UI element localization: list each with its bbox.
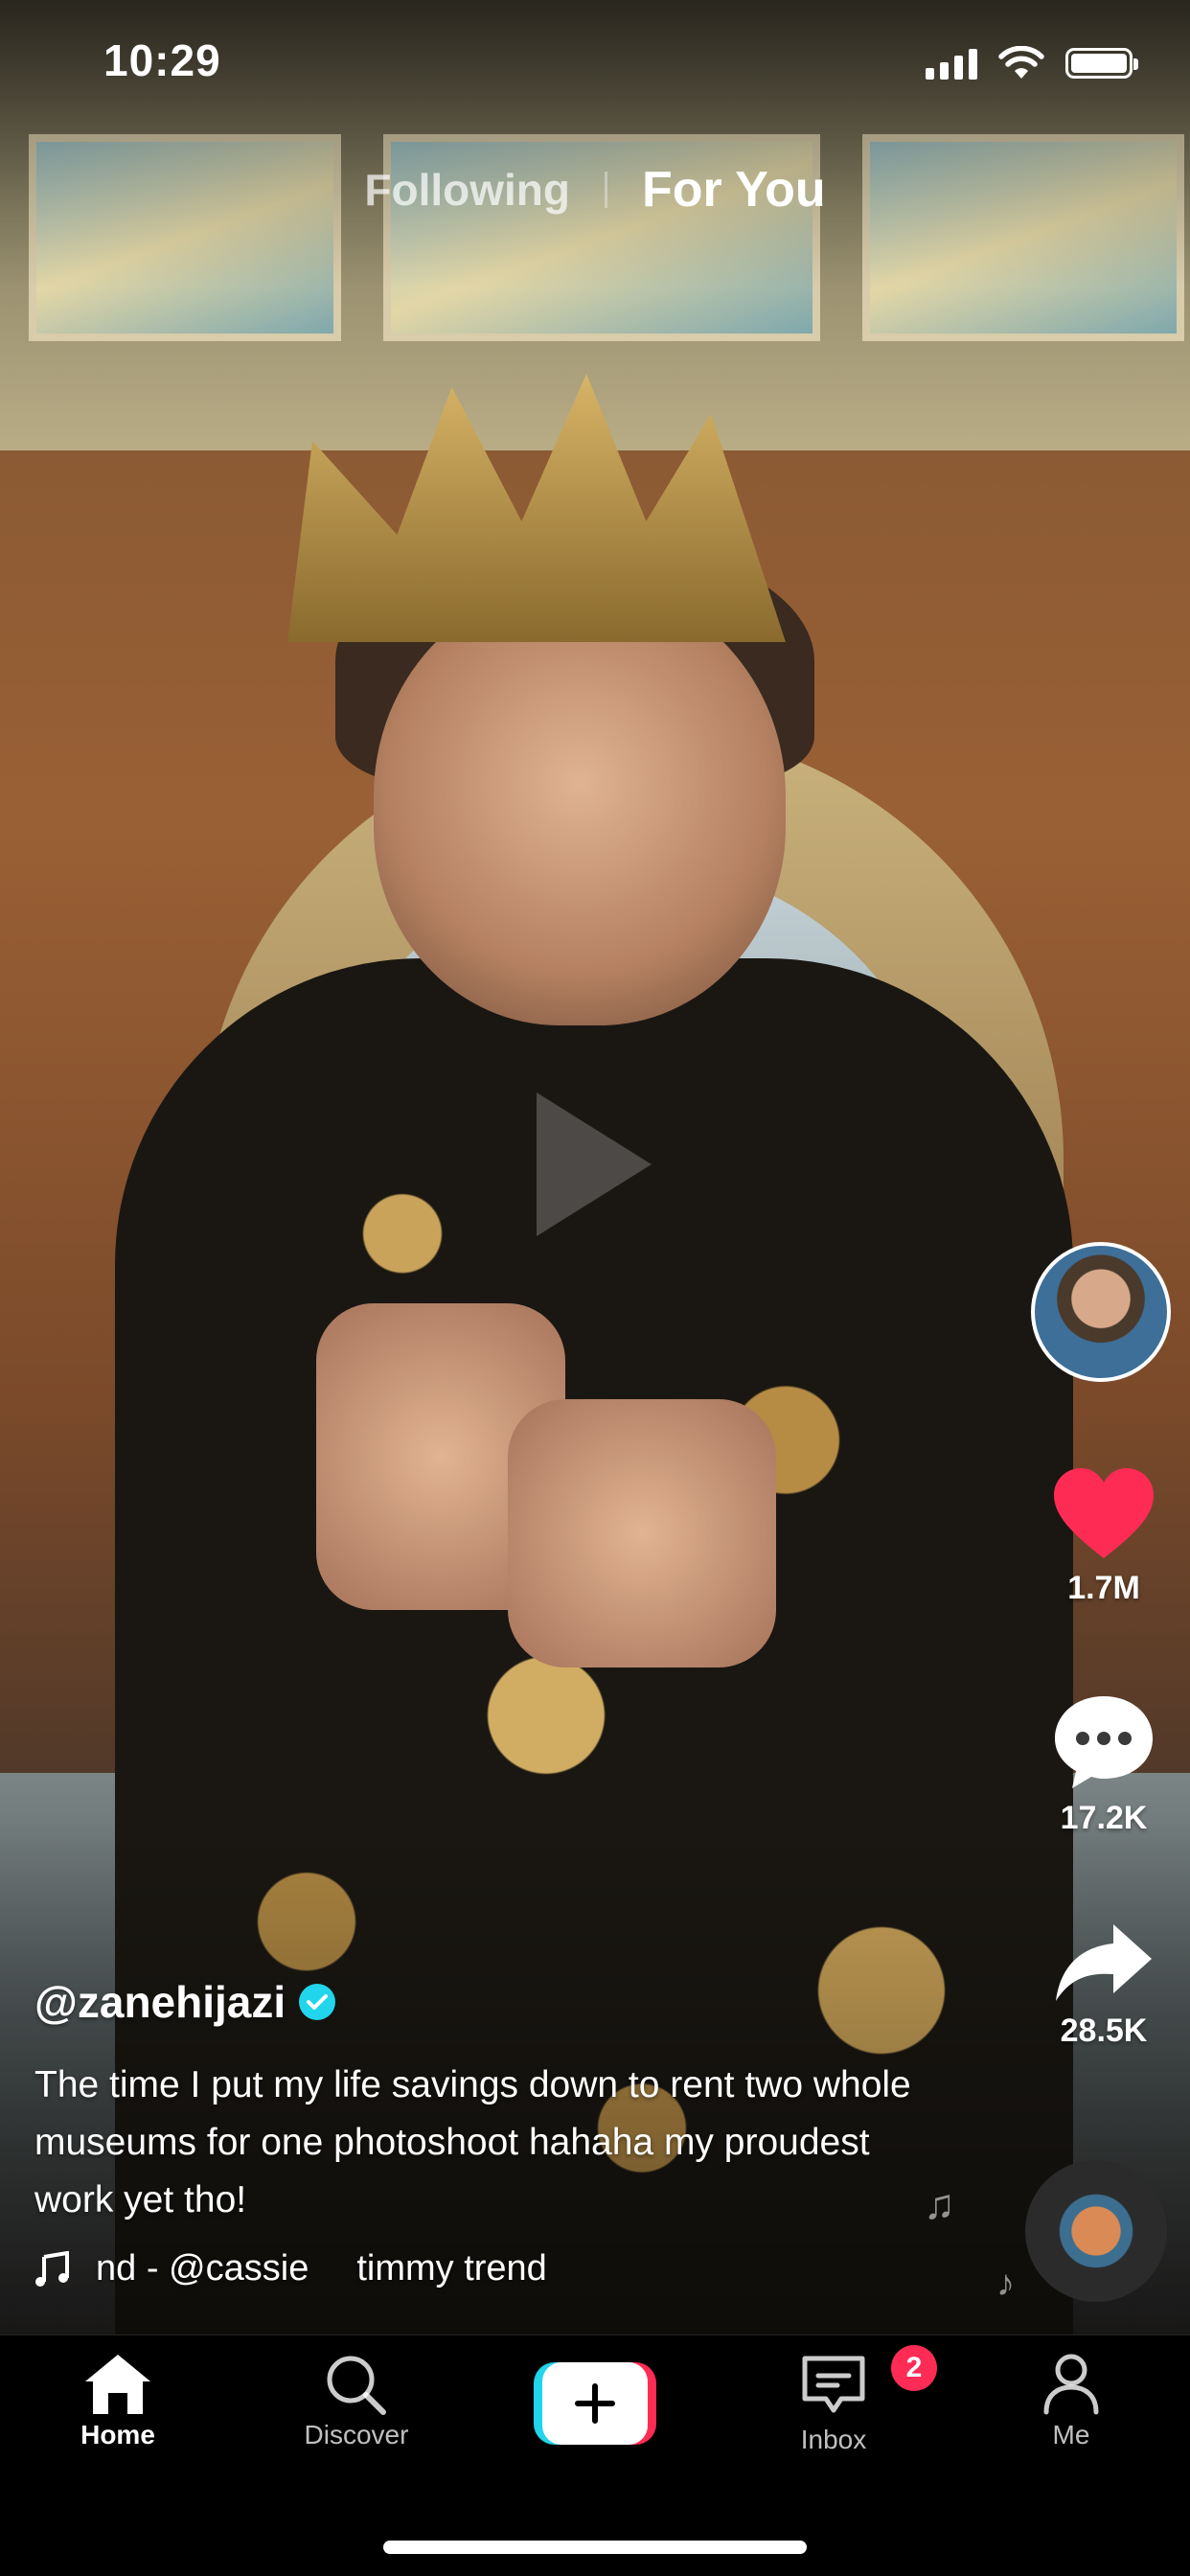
status-time: 10:29 bbox=[103, 35, 221, 85]
post-caption: The time I put my life savings down to r… bbox=[34, 2064, 911, 2220]
nav-discover[interactable]: Discover bbox=[270, 2351, 443, 2450]
wifi-icon bbox=[998, 46, 1044, 79]
video-person-hand bbox=[508, 1399, 776, 1668]
nav-home-label: Home bbox=[80, 2420, 155, 2450]
nav-inbox-label: Inbox bbox=[800, 2425, 867, 2454]
create-button[interactable] bbox=[534, 2362, 656, 2445]
username-link[interactable]: @zanehijazi bbox=[34, 1976, 286, 2028]
comment-count: 17.2K bbox=[1060, 1800, 1148, 1836]
tiktok-screen: 10:29 Following For You 1.7M 17.2K 28.5K… bbox=[0, 0, 1190, 2576]
share-arrow-icon bbox=[1056, 1924, 1152, 2001]
music-note-icon bbox=[35, 2250, 69, 2287]
nav-home[interactable]: Home bbox=[32, 2351, 204, 2450]
battery-icon bbox=[1065, 48, 1138, 79]
status-icons bbox=[926, 46, 1138, 80]
tab-divider bbox=[605, 172, 607, 208]
plus-icon bbox=[542, 2362, 648, 2445]
like-button[interactable]: 1.7M bbox=[1027, 1466, 1180, 1607]
sound-title: timmy trend bbox=[356, 2248, 547, 2288]
bottom-nav: Home Discover 2 Inbox Me bbox=[0, 2334, 1190, 2576]
music-disc-button[interactable] bbox=[1025, 2160, 1167, 2302]
sound-row[interactable]: nd - @cassie timmy trend bbox=[34, 2248, 547, 2289]
play-icon[interactable] bbox=[537, 1092, 652, 1236]
video-person-face bbox=[374, 585, 786, 1025]
search-icon bbox=[327, 2356, 386, 2415]
inbox-icon bbox=[802, 2356, 865, 2413]
nav-inbox[interactable]: 2 Inbox bbox=[747, 2345, 937, 2455]
cellular-signal-icon bbox=[926, 47, 977, 80]
nav-discover-label: Discover bbox=[304, 2420, 409, 2450]
profile-icon bbox=[1043, 2354, 1099, 2415]
sound-marquee: nd - @cassie timmy trend bbox=[96, 2248, 547, 2289]
home-indicator[interactable] bbox=[383, 2541, 807, 2554]
tab-following[interactable]: Following bbox=[364, 164, 570, 216]
feed-tabs: Following For You bbox=[0, 161, 1190, 218]
home-icon bbox=[85, 2355, 150, 2414]
music-note-icon: ♪ bbox=[996, 2264, 1015, 2304]
tab-for-you[interactable]: For You bbox=[642, 161, 826, 218]
inbox-badge: 2 bbox=[891, 2345, 937, 2391]
nav-me-label: Me bbox=[1052, 2420, 1090, 2450]
comment-icon bbox=[1055, 1696, 1153, 1788]
like-count: 1.7M bbox=[1067, 1570, 1140, 1606]
verified-badge-icon bbox=[299, 1984, 336, 2020]
comment-button[interactable]: 17.2K bbox=[1027, 1692, 1180, 1837]
creator-avatar[interactable] bbox=[1031, 1242, 1171, 1382]
share-count: 28.5K bbox=[1060, 2012, 1148, 2049]
heart-icon bbox=[1054, 1468, 1154, 1558]
share-button[interactable]: 28.5K bbox=[1027, 1920, 1180, 2050]
sound-title: nd - @cassie bbox=[96, 2248, 309, 2288]
nav-me[interactable]: Me bbox=[985, 2351, 1157, 2450]
post-author: @zanehijazi bbox=[34, 1976, 336, 2028]
